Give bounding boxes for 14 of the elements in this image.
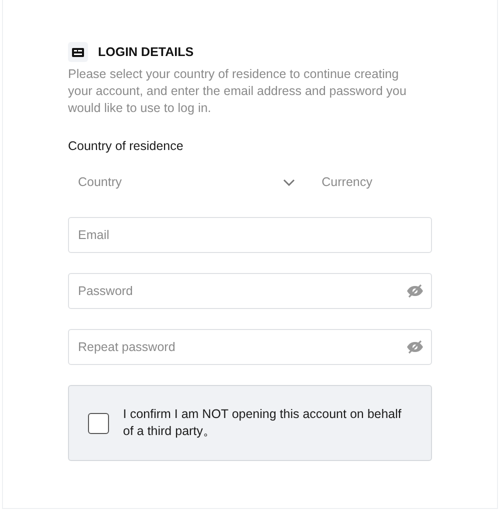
section-title: LOGIN DETAILS	[98, 45, 194, 59]
section-description: Please select your country of residence to continue creating your account, and enter the email address and password you would like to use to log in.	[68, 66, 408, 117]
card-icon	[68, 42, 88, 62]
chevron-down-icon	[282, 178, 295, 186]
country-select[interactable]: Country	[68, 167, 298, 197]
eye-hidden-icon[interactable]	[406, 340, 424, 354]
checkbox[interactable]	[88, 412, 109, 434]
eye-hidden-icon[interactable]	[406, 284, 424, 298]
confirm-label: I confirm I am NOT opening this account on behalf of a third party。	[123, 406, 402, 440]
email-field[interactable]: Email	[68, 217, 432, 253]
currency-select[interactable]: Currency	[312, 167, 432, 197]
password-field[interactable]: Repeat password	[68, 329, 432, 365]
country-label: Country of residence	[68, 139, 184, 153]
password-field[interactable]: Password	[68, 273, 432, 309]
